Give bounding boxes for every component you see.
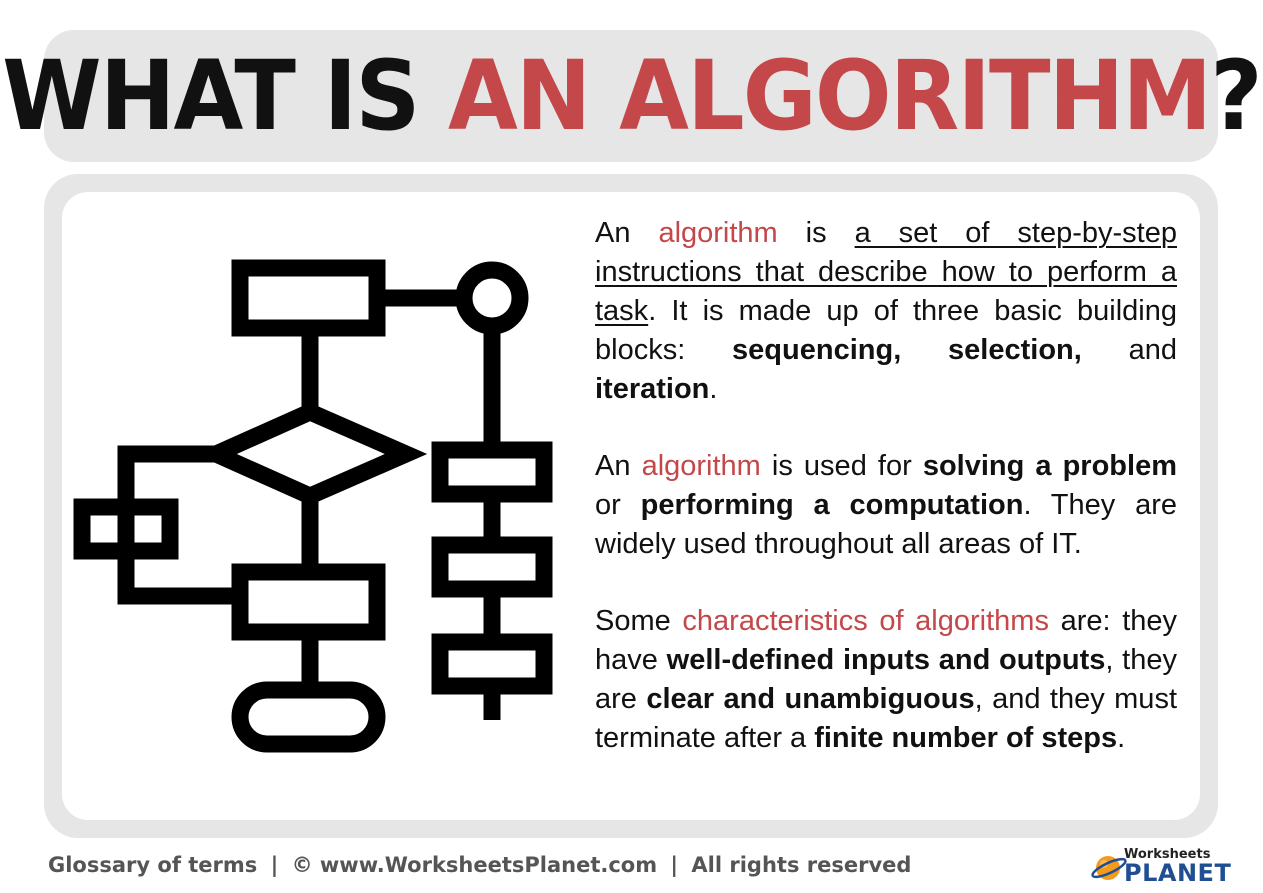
footer-website-link[interactable]: www.WorksheetsPlanet.com: [320, 853, 657, 877]
title-part-1: WHAT IS: [1, 40, 448, 152]
brand-logo[interactable]: Worksheets PLANET: [1090, 846, 1231, 888]
usage-paragraph: An algorithm is used for solving a probl…: [595, 447, 1177, 564]
flowchart-process-right-2: [431, 536, 553, 598]
footer-separator: |: [670, 853, 679, 877]
term-solving-a-problem: solving a problem: [922, 450, 1177, 482]
text-segment: is used for: [771, 450, 912, 482]
flowchart-branch-left: [117, 445, 240, 605]
planet-icon: [1091, 856, 1127, 880]
flowchart-terminator: [231, 681, 386, 753]
text-segment: An: [595, 450, 631, 482]
term-selection: selection,: [948, 334, 1082, 366]
flowchart-process-middle: [231, 563, 386, 641]
footer-separator: |: [270, 853, 279, 877]
text-segment: An: [595, 217, 631, 249]
text-segment: .: [1117, 722, 1126, 754]
term-sequencing: sequencing,: [732, 334, 902, 366]
flowchart-decision: [195, 402, 428, 506]
definition-paragraph: An algorithm is a set of step-by-step in…: [595, 214, 1177, 409]
copyright-icon: ©: [291, 853, 313, 877]
keyword-algorithm: algorithm: [641, 450, 761, 482]
text-segment: .: [709, 373, 718, 405]
flowchart-start-node: [455, 261, 529, 335]
term-finite-steps: finite number of steps: [814, 722, 1118, 754]
flowchart-icon: [73, 259, 553, 753]
term-performing-a-computation: performing a computation: [640, 489, 1024, 521]
title-part-3: ?: [1209, 40, 1262, 152]
flowchart-process-right-3: [431, 633, 553, 695]
brand-name-line2: PLANET: [1124, 859, 1232, 887]
term-clear-unambiguous: clear and unambiguous: [646, 683, 975, 715]
text-segment: is: [805, 217, 827, 249]
footer-rights: All rights reserved: [691, 853, 912, 877]
term-inputs-outputs: well-defined inputs and outputs: [666, 644, 1106, 676]
flowchart-process-right-1: [431, 441, 553, 503]
flowchart-process-top: [231, 259, 386, 337]
definition-text: An algorithm is a set of step-by-step in…: [595, 214, 1177, 758]
footer-glossary: Glossary of terms: [48, 853, 258, 877]
text-segment: and: [1128, 334, 1177, 366]
characteristics-paragraph: Some characteristics of algorithms are: …: [595, 602, 1177, 758]
title-part-2: AN ALGORITHM: [447, 40, 1212, 152]
keyword-algorithm: algorithm: [658, 217, 778, 249]
text-segment: Some: [595, 605, 671, 637]
keyword-characteristics: characteristics of algorithms: [682, 605, 1049, 637]
text-segment: or: [595, 489, 621, 521]
page-title: WHAT IS AN ALGORITHM?: [2, 48, 1262, 144]
title-banner: WHAT IS AN ALGORITHM?: [2, 30, 1262, 162]
term-iteration: iteration: [595, 373, 710, 405]
footer-credits: Glossary of terms | © www.WorksheetsPlan…: [48, 850, 911, 880]
